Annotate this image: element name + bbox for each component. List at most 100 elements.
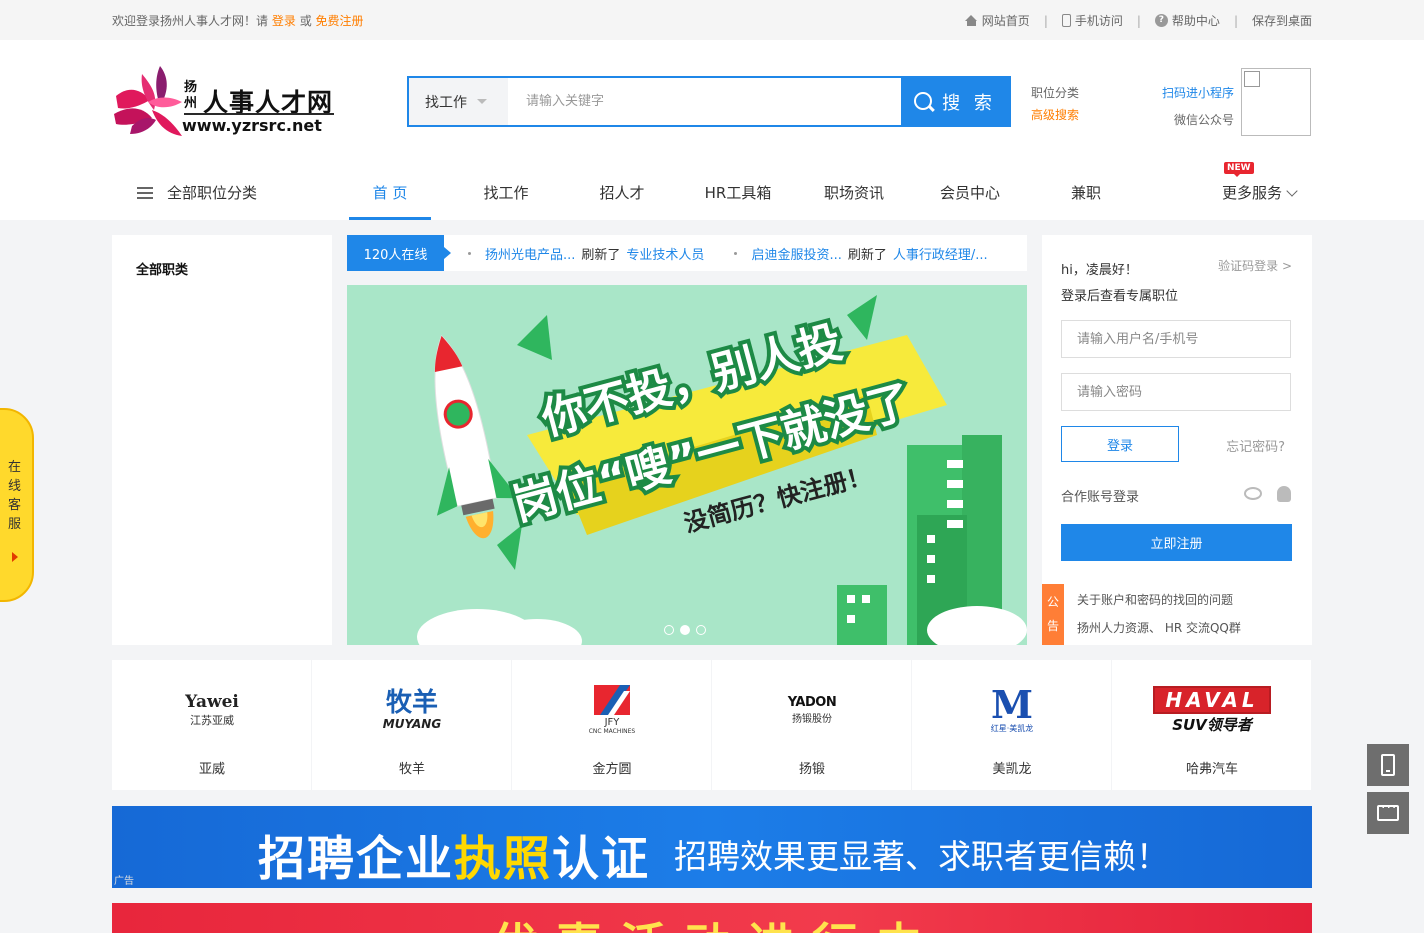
company-card[interactable]: YADON 扬锻股份 扬锻 [712, 660, 912, 790]
ticker-company[interactable]: 启迪金服投资... [751, 244, 841, 263]
mobile-float-button[interactable] [1367, 744, 1409, 786]
caret-down-icon [477, 99, 487, 104]
save-desktop-link[interactable]: 保存到桌面 [1252, 12, 1312, 29]
company-card[interactable]: 牧羊 MUYANG 牧羊 [312, 660, 512, 790]
qq-icon[interactable] [1277, 486, 1291, 502]
carousel-dot[interactable] [664, 625, 674, 635]
help-link[interactable]: ? 帮助中心 [1154, 12, 1220, 29]
activity-ticker: 120人在线 扬州光电产品... 刷新了 专业技术人员 启迪金服投资... 刷新… [347, 235, 1027, 271]
notice-item[interactable]: 扬州人力资源、 HR 交流QQ群 [1077, 619, 1241, 636]
play-arrow-icon [12, 552, 18, 562]
notice-tag: 公告 [1042, 584, 1064, 645]
mobile-link[interactable]: 手机访问 [1061, 12, 1123, 29]
company-logo: M 红星·美凯龙 [912, 680, 1112, 740]
register-link[interactable]: 免费注册 [316, 14, 364, 28]
bullet [468, 251, 471, 255]
home-link[interactable]: 网站首页 [964, 12, 1030, 29]
carousel-dot[interactable] [696, 625, 706, 635]
search-type-select[interactable]: 找工作 [409, 78, 508, 125]
carousel-dots [664, 625, 706, 635]
broken-image-icon [1244, 71, 1260, 87]
banner-text: 你不投，别人投 岗位“嗖”一下就没了 没简历？快注册！ [504, 313, 921, 538]
mobile-link-label: 手机访问 [1074, 14, 1123, 28]
site-logo[interactable]: 扬州 人事人才网 www.yzrsrc.net [112, 66, 337, 138]
menu-icon [137, 186, 153, 199]
company-name: 美凯龙 [992, 762, 1032, 777]
username-input[interactable] [1061, 320, 1291, 358]
mobile-icon [1381, 754, 1395, 776]
nav-home[interactable]: 首 页 [349, 182, 431, 203]
hero-banner[interactable]: 你不投，别人投 岗位“嗖”一下就没了 没简历？快注册！ [347, 285, 1027, 645]
company-logo: HAVAL SUV领导者 [1112, 680, 1312, 740]
company-card[interactable]: M 红星·美凯龙 美凯龙 [912, 660, 1112, 790]
logo-city: 扬州 [184, 80, 198, 111]
company-logo: JFY CNC MACHINES [512, 680, 712, 740]
all-categories-label: 全部职位分类 [167, 184, 258, 202]
qr-labels: 扫码进小程序 微信公众号 [1150, 80, 1234, 134]
forgot-password-link[interactable]: 忘记密码? [1226, 436, 1285, 455]
carousel-dot[interactable] [680, 625, 690, 635]
login-subtitle: 登录后查看专属职位 [1061, 289, 1179, 304]
ad1-headline: 招聘企业执照认证 [258, 820, 650, 888]
register-button[interactable]: 立即注册 [1061, 524, 1292, 561]
nav-recruit[interactable]: 招人才 [581, 182, 663, 203]
welcome-prefix: 欢迎登录扬州人事人才网！请 [112, 14, 269, 28]
sms-login-link[interactable]: 验证码登录 > [1218, 257, 1292, 274]
company-logo-text: Yawei [185, 692, 239, 712]
separator: | [1043, 13, 1048, 28]
nav-hr-tools[interactable]: HR工具箱 [697, 182, 779, 203]
nav-career-news[interactable]: 职场资讯 [813, 182, 895, 203]
ad1-part1: 招聘企业 [258, 832, 454, 887]
company-logo-text: M [990, 681, 1034, 727]
nav-part-time[interactable]: 兼职 [1045, 182, 1127, 203]
all-categories-menu[interactable]: 全部职位分类 [137, 182, 257, 203]
logo-url: www.yzrsrc.net [182, 116, 322, 135]
login-button[interactable]: 登录 [1061, 426, 1179, 462]
company-card[interactable]: JFY CNC MACHINES 金方圆 [512, 660, 712, 790]
notice-item[interactable]: 关于账户和密码的找回的问题 [1077, 591, 1233, 608]
company-logo-sub: 红星·美凯龙 [990, 723, 1034, 733]
advanced-search-link[interactable]: 高级搜索 [1031, 104, 1079, 126]
ticker-job[interactable]: 专业技术人员 [626, 244, 704, 263]
chat-float-button[interactable] [1367, 792, 1409, 834]
nav-member-center[interactable]: 会员中心 [929, 182, 1011, 203]
company-logo-text: 牧羊 [385, 688, 438, 718]
company-card[interactable]: HAVAL SUV领导者 哈弗汽车 [1112, 660, 1312, 790]
license-ad-banner[interactable]: 招聘企业执照认证 招聘效果更显著、求职者更信赖！ 广告 [112, 806, 1312, 888]
company-logo: YADON 扬锻股份 [712, 680, 912, 740]
greeting: hi，凌晨好！ [1061, 263, 1138, 278]
company-logo-text: JFY [604, 717, 620, 728]
search-button[interactable]: 搜 索 [901, 78, 1009, 125]
logo-divider [184, 113, 334, 115]
login-link[interactable]: 登录 [272, 14, 296, 28]
weibo-icon[interactable] [1244, 487, 1262, 500]
password-input[interactable] [1061, 373, 1291, 411]
company-card[interactable]: Yawei 江苏亚威 亚威 [112, 660, 312, 790]
bullet [734, 251, 738, 255]
mini-program-link[interactable]: 扫码进小程序 [1150, 80, 1234, 107]
search-button-label: 搜 索 [942, 92, 996, 114]
separator: | [1136, 13, 1141, 28]
search-icon [914, 91, 934, 112]
ticker-job[interactable]: 人事行政经理/... [893, 244, 988, 263]
promo-ad-banner[interactable]: 优惠活动进行中 [112, 903, 1312, 933]
search-input[interactable] [508, 78, 901, 125]
nav-find-job[interactable]: 找工作 [465, 182, 547, 203]
company-name: 亚威 [198, 762, 225, 777]
ticker-action: 刷新了 [581, 247, 621, 263]
job-category-link[interactable]: 职位分类 [1031, 82, 1079, 104]
featured-companies: Yawei 江苏亚威 亚威 牧羊 MUYANG 牧羊 JFY CNC MACHI… [112, 660, 1312, 790]
more-services-label: 更多服务 [1222, 184, 1283, 202]
welcome-text: 欢迎登录扬州人事人才网！请 登录 或 免费注册 [112, 12, 364, 29]
help-link-label: 帮助中心 [1171, 14, 1220, 28]
new-badge: NEW [1224, 162, 1254, 177]
nav-more-services[interactable]: 更多服务 [1222, 182, 1298, 203]
company-logo-sub: CNC MACHINES [588, 728, 636, 735]
jfy-logo-icon [593, 685, 630, 715]
ticker-company[interactable]: 扬州光电产品... [485, 244, 575, 263]
company-name: 扬锻 [798, 762, 825, 777]
online-service-float[interactable]: 在线客服 [0, 408, 34, 602]
home-link-label: 网站首页 [981, 14, 1030, 28]
company-logo-sub: 江苏亚威 [190, 714, 234, 727]
company-name: 哈弗汽车 [1185, 762, 1238, 777]
